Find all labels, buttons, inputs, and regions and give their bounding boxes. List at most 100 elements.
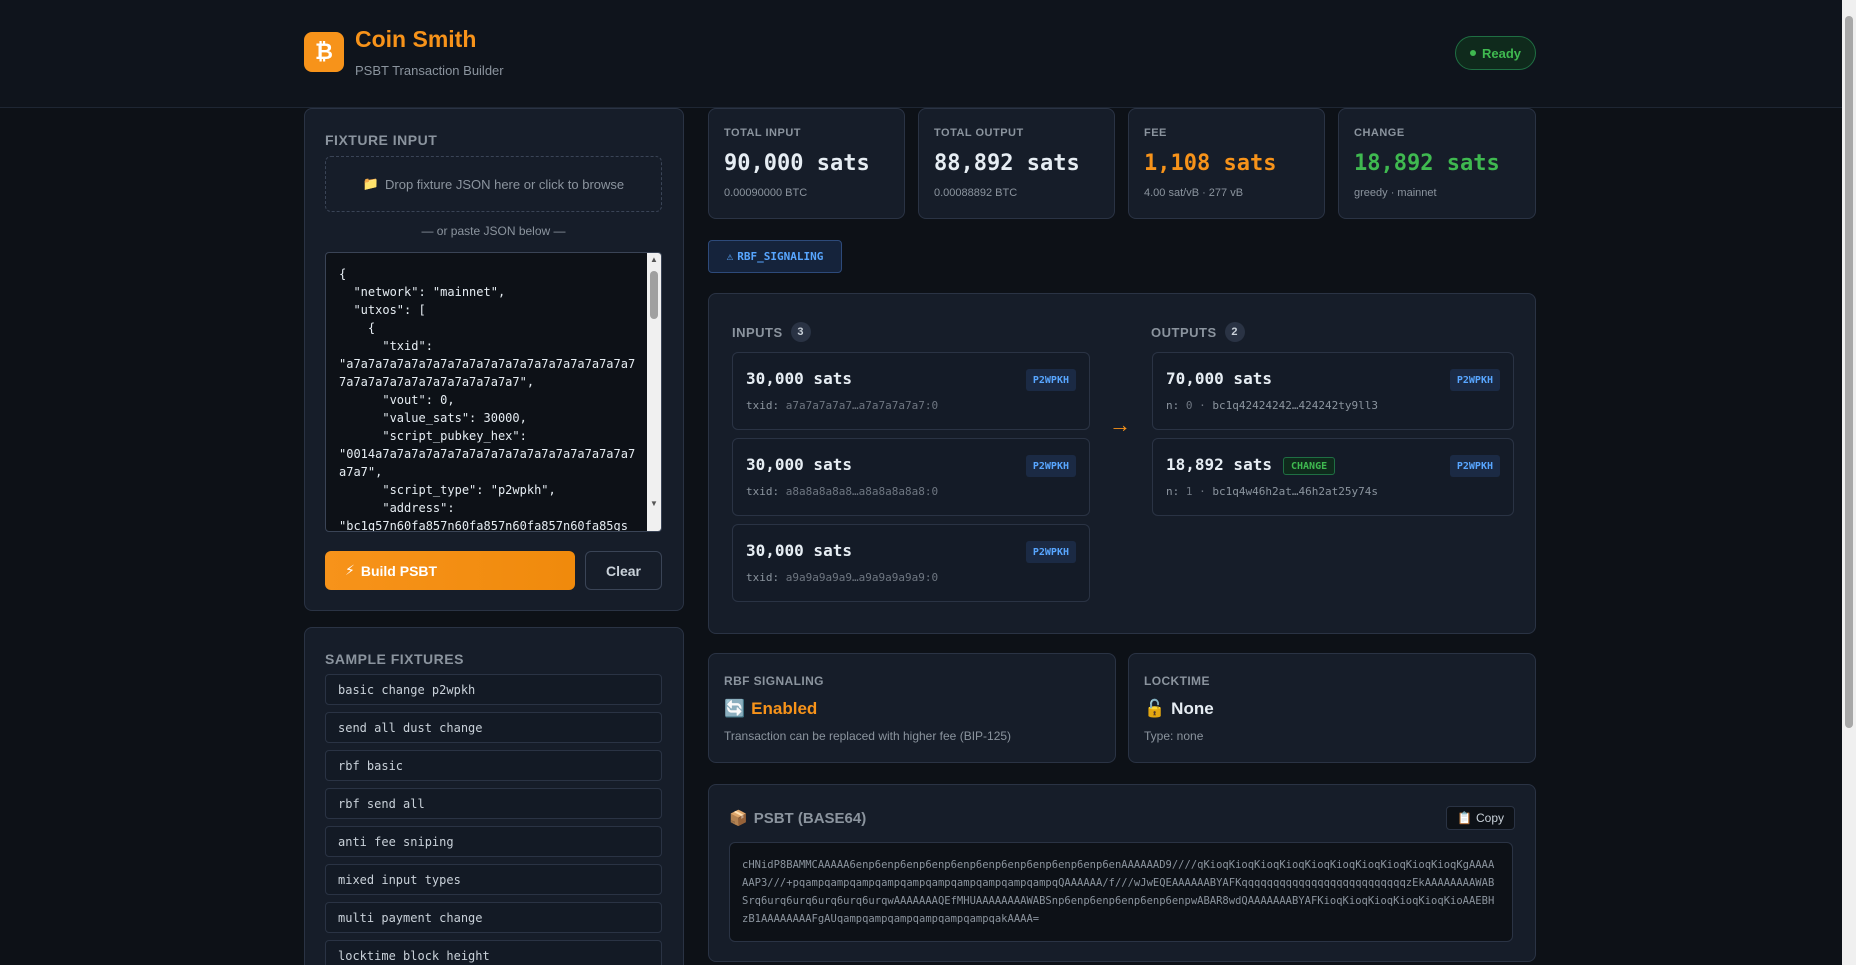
json-text[interactable]: { "network": "mainnet", "utxos": [ { "tx… — [339, 265, 639, 531]
input-amount: 30,000 sats — [746, 369, 852, 388]
app-title: Coin Smith — [355, 26, 477, 52]
outputs-label: OUTPUTS — [1151, 324, 1217, 340]
total-input-card: TOTAL INPUT 90,000 sats 0.00090000 BTC — [708, 108, 905, 219]
json-scroll-thumb[interactable] — [650, 271, 658, 319]
status-text: Ready — [1482, 45, 1522, 61]
fixture-item[interactable]: basic change p2wpkh — [325, 674, 662, 705]
stat-value: 18,892 sats — [1354, 151, 1500, 176]
fixture-item[interactable]: mixed input types — [325, 864, 662, 895]
locktime-description: Type: none — [1144, 729, 1204, 743]
fixture-item[interactable]: anti fee sniping — [325, 826, 662, 857]
inputs-label: INPUTS — [732, 324, 783, 340]
change-card: CHANGE 18,892 sats greedy · mainnet — [1338, 108, 1536, 219]
locktime-card: LOCKTIME 🔓 None Type: none — [1128, 653, 1536, 763]
fixture-input-title: FIXTURE INPUT — [325, 132, 438, 148]
fixture-dropzone[interactable]: 📁 Drop fixture JSON here or click to bro… — [325, 156, 662, 212]
txid-value: a7a7a7a7a7…a7a7a7a7a7:0 — [785, 399, 939, 412]
output-address: bc1q42424242…424242ty9ll3 — [1212, 399, 1378, 412]
locktime-value-text: None — [1171, 699, 1214, 718]
clipboard-icon: 📋 — [1457, 811, 1472, 825]
inputs-outputs-panel: INPUTS 3 OUTPUTS 2 30,000 sats P2WPKH tx… — [708, 293, 1536, 634]
app-header: ₿ Coin Smith PSBT Transaction Builder Re… — [0, 0, 1842, 108]
fixture-item[interactable]: send all dust change — [325, 712, 662, 743]
rbf-tag-label: RBF_SIGNALING — [737, 250, 824, 263]
output-card: 18,892 sats CHANGE P2WPKH n: 1 · bc1q4w4… — [1152, 438, 1514, 516]
outputs-count: 2 — [1224, 322, 1245, 342]
locktime-value: 🔓 None — [1144, 699, 1214, 719]
refresh-icon: 🔄 — [724, 699, 746, 718]
input-amount: 30,000 sats — [746, 455, 852, 474]
stat-value: 90,000 sats — [724, 151, 870, 176]
page-scrollbar[interactable] — [1842, 0, 1856, 965]
json-textarea[interactable]: { "network": "mainnet", "utxos": [ { "tx… — [325, 252, 662, 532]
change-badge: CHANGE — [1283, 457, 1336, 475]
fixture-item[interactable]: multi payment change — [325, 902, 662, 933]
outputs-header: OUTPUTS 2 — [1151, 322, 1245, 342]
fixture-item[interactable]: rbf send all — [325, 788, 662, 819]
arrow-right-icon: → — [1109, 412, 1131, 437]
stat-sub: 4.00 sat/vB · 277 vB — [1144, 187, 1244, 199]
stat-sub: 0.00090000 BTC — [724, 187, 808, 199]
clear-button[interactable]: Clear — [585, 551, 662, 590]
input-card: 30,000 sats P2WPKH txid: a8a8a8a8a8…a8a8… — [732, 438, 1090, 516]
total-output-card: TOTAL OUTPUT 88,892 sats 0.00088892 BTC — [918, 108, 1115, 219]
output-address: bc1q4w46h2at…46h2at25y74s — [1212, 485, 1378, 498]
status-badge: Ready — [1455, 36, 1537, 70]
input-amount: 30,000 sats — [746, 541, 852, 560]
txid-key: txid: — [746, 571, 780, 584]
sample-fixtures-panel: SAMPLE FIXTURES basic change p2wpkh send… — [304, 627, 684, 965]
n-key: n: — [1166, 485, 1180, 498]
fixture-item[interactable]: rbf basic — [325, 750, 662, 781]
fixture-input-panel: FIXTURE INPUT 📁 Drop fixture JSON here o… — [304, 108, 684, 611]
psbt-panel: 📦 PSBT (BASE64) 📋 Copy cHNidP8BAMMCAAAAA… — [708, 784, 1536, 962]
rbf-value: 🔄 Enabled — [724, 699, 817, 719]
script-type-badge: P2WPKH — [1449, 455, 1500, 477]
sample-fixtures-title: SAMPLE FIXTURES — [325, 651, 464, 667]
page-scroll-thumb[interactable] — [1845, 16, 1853, 728]
input-txid: txid: a8a8a8a8a8…a8a8a8a8a8:0 — [746, 485, 938, 498]
stat-value: 1,108 sats — [1144, 151, 1277, 176]
rbf-description: Transaction can be replaced with higher … — [724, 729, 1012, 743]
stat-label: FEE — [1144, 127, 1167, 139]
app-subtitle: PSBT Transaction Builder — [355, 63, 504, 78]
scroll-up-icon[interactable]: ▲ — [650, 255, 658, 264]
input-txid: txid: a9a9a9a9a9…a9a9a9a9a9:0 — [746, 571, 938, 584]
n-key: n: — [1166, 399, 1180, 412]
txid-value: a9a9a9a9a9…a9a9a9a9a9:0 — [785, 571, 939, 584]
n-value: 1 — [1185, 485, 1193, 498]
rbf-value-text: Enabled — [751, 699, 818, 718]
input-card: 30,000 sats P2WPKH txid: a7a7a7a7a7…a7a7… — [732, 352, 1090, 430]
stat-value: 88,892 sats — [934, 151, 1080, 176]
json-scrollbar[interactable]: ▲ ▼ — [647, 253, 661, 531]
stat-label: TOTAL OUTPUT — [934, 127, 1024, 139]
dropzone-text: Drop fixture JSON here or click to brows… — [385, 176, 625, 192]
txid-key: txid: — [746, 485, 780, 498]
input-card: 30,000 sats P2WPKH txid: a9a9a9a9a9…a9a9… — [732, 524, 1090, 602]
psbt-title: 📦 PSBT (BASE64) — [729, 809, 867, 828]
unlock-icon: 🔓 — [1144, 699, 1166, 718]
psbt-title-text: PSBT (BASE64) — [753, 809, 867, 827]
build-psbt-button[interactable]: ⚡ Build PSBT — [325, 551, 575, 590]
txid-key: txid: — [746, 399, 780, 412]
build-psbt-label: Build PSBT — [360, 562, 438, 579]
output-detail: n: 1 · bc1q4w46h2at…46h2at25y74s — [1166, 485, 1378, 498]
script-type-badge: P2WPKH — [1025, 541, 1076, 563]
stat-label: CHANGE — [1354, 127, 1405, 139]
psbt-base64-output[interactable]: cHNidP8BAMMCAAAAA6enp6enp6enp6enp6enp6en… — [729, 842, 1513, 942]
output-amount: 18,892 sats — [1166, 455, 1272, 474]
script-type-badge: P2WPKH — [1449, 369, 1500, 391]
separator: · — [1199, 485, 1206, 498]
package-icon: 📦 — [729, 810, 748, 827]
output-amount: 70,000 sats — [1166, 369, 1272, 388]
fixture-item[interactable]: locktime block height — [325, 940, 662, 965]
stat-label: TOTAL INPUT — [724, 127, 801, 139]
bitcoin-logo-icon: ₿ — [304, 32, 344, 72]
input-txid: txid: a7a7a7a7a7…a7a7a7a7a7:0 — [746, 399, 938, 412]
locktime-label: LOCKTIME — [1144, 674, 1210, 688]
n-value: 0 — [1185, 399, 1193, 412]
separator: · — [1199, 399, 1206, 412]
warning-icon: ⚠ — [726, 250, 734, 263]
copy-button[interactable]: 📋 Copy — [1446, 806, 1515, 830]
or-paste-label: — or paste JSON below — — [421, 224, 566, 238]
scroll-down-icon[interactable]: ▼ — [650, 499, 658, 508]
